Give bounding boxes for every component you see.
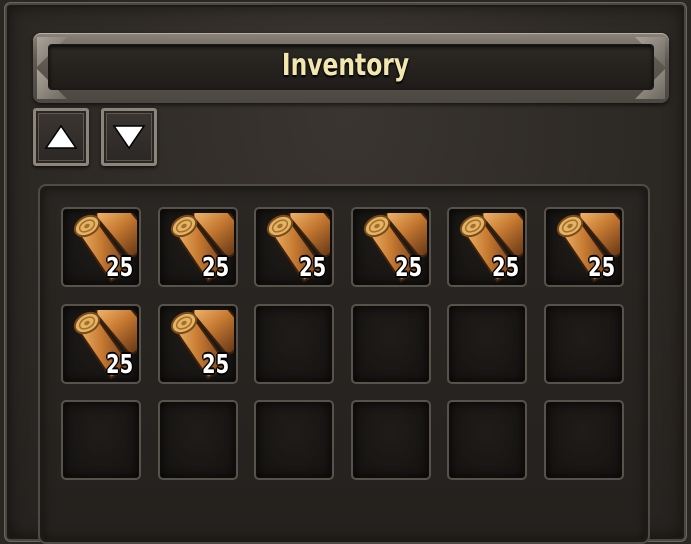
triangle-up-icon — [44, 124, 78, 149]
scroll-down-button[interactable] — [101, 108, 157, 166]
inventory-slot-empty[interactable] — [447, 400, 527, 480]
item-quantity: 25 — [298, 253, 326, 283]
item-quantity: 25 — [491, 253, 519, 283]
inventory-slot-filled[interactable]: 25 — [543, 196, 636, 287]
item-quantity: 25 — [105, 253, 133, 283]
inventory-slot-filled[interactable]: 25 — [157, 292, 250, 384]
inventory-slot-empty[interactable] — [447, 303, 527, 384]
window-title: Inventory — [281, 48, 410, 83]
item-quantity: 25 — [105, 349, 133, 380]
inventory-slot-filled[interactable]: 25 — [254, 196, 346, 287]
scroll-up-button[interactable] — [33, 108, 89, 166]
inventory-slot-filled[interactable]: 25 — [61, 292, 153, 384]
item-quantity: 25 — [588, 253, 616, 283]
inventory-slot-filled[interactable]: 25 — [61, 196, 153, 287]
inventory-slot-empty[interactable] — [254, 303, 334, 384]
inventory-slot-filled[interactable]: 25 — [447, 196, 539, 287]
inventory-slot-filled[interactable]: 25 — [157, 196, 250, 287]
item-quantity: 25 — [395, 253, 423, 283]
item-quantity: 25 — [202, 253, 230, 283]
inventory-slot-empty[interactable] — [543, 400, 624, 480]
inventory-slot-empty[interactable] — [61, 400, 141, 480]
inventory-slot-filled[interactable]: 25 — [350, 196, 443, 287]
inventory-slot-empty[interactable] — [254, 400, 334, 480]
item-quantity: 25 — [202, 349, 230, 380]
inventory-slot-empty[interactable] — [543, 303, 624, 384]
inventory-slot-empty[interactable] — [157, 400, 238, 480]
inventory-slot-empty[interactable] — [350, 303, 431, 384]
inventory-slot-empty[interactable] — [350, 400, 431, 480]
triangle-down-icon — [112, 125, 146, 150]
